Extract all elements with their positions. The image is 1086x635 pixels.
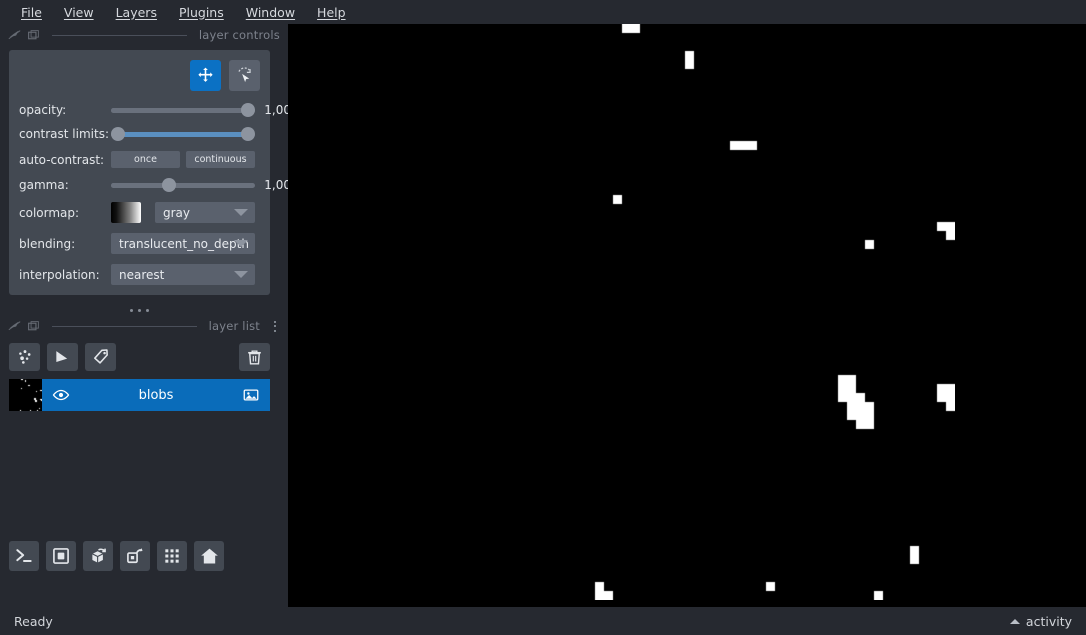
opacity-value: 1,00 bbox=[264, 103, 291, 117]
auto-contrast-label: auto-contrast: bbox=[19, 152, 105, 167]
gamma-slider[interactable] bbox=[111, 178, 256, 192]
layer-list-item[interactable]: blobs bbox=[42, 379, 270, 411]
blending-select[interactable]: translucent_no_depth bbox=[111, 233, 255, 254]
new-labels-layer-button[interactable] bbox=[85, 343, 116, 371]
blending-label: blending: bbox=[19, 236, 76, 251]
layer-controls-title: layer controls bbox=[198, 28, 280, 42]
colormap-value: gray bbox=[163, 205, 191, 220]
transpose-dimensions-button[interactable] bbox=[120, 541, 150, 571]
gamma-value: 1,00 bbox=[264, 178, 291, 192]
header-divider bbox=[52, 34, 187, 36]
visibility-icon[interactable] bbox=[52, 386, 70, 404]
chevron-down-icon bbox=[233, 240, 248, 247]
float-icon[interactable] bbox=[8, 29, 21, 42]
opacity-slider[interactable] bbox=[111, 103, 256, 117]
menu-help[interactable]: Help bbox=[306, 3, 357, 22]
napari-window: File View Layers Plugins Window Help lay… bbox=[0, 0, 1086, 635]
left-dock: layer controls opacity: 1,00 contrast li… bbox=[0, 24, 291, 607]
layer-name[interactable]: blobs bbox=[70, 388, 242, 403]
contrast-limits-label: contrast limits: bbox=[19, 127, 109, 141]
console-button[interactable] bbox=[9, 541, 39, 571]
blobs-image[interactable] bbox=[415, 24, 955, 600]
auto-contrast-control: once continuous bbox=[111, 151, 255, 168]
status-message: Ready bbox=[14, 613, 53, 629]
menu-plugins-label: Plugins bbox=[178, 4, 224, 20]
new-shapes-layer-button[interactable] bbox=[47, 343, 78, 371]
ndisplay-toggle-button[interactable] bbox=[46, 541, 76, 571]
roll-dimensions-button[interactable] bbox=[83, 541, 113, 571]
viewer-button-bar bbox=[0, 533, 288, 579]
image-layer-type-icon bbox=[242, 386, 260, 404]
layer-controls-header: layer controls bbox=[0, 24, 288, 46]
chevron-down-icon bbox=[233, 271, 248, 278]
colormap-select[interactable]: gray bbox=[155, 202, 255, 223]
menu-layers-label: Layers bbox=[115, 4, 157, 20]
viewer-canvas[interactable] bbox=[288, 24, 1086, 607]
layer-thumbnail bbox=[9, 379, 42, 411]
layer-list-title: layer list bbox=[208, 319, 260, 333]
activity-label: activity bbox=[1025, 613, 1072, 629]
chevron-up-icon bbox=[1009, 618, 1020, 624]
menu-view[interactable]: View bbox=[53, 3, 105, 22]
undock-icon[interactable] bbox=[27, 320, 40, 333]
gamma-control: 1,00 bbox=[111, 178, 291, 192]
opacity-control: 1,00 bbox=[111, 103, 291, 117]
layer-list-menu-icon[interactable] bbox=[270, 320, 280, 332]
layer-list: blobs bbox=[9, 379, 270, 411]
auto-contrast-continuous-button[interactable]: continuous bbox=[185, 151, 255, 168]
blending-control: translucent_no_depth bbox=[111, 233, 255, 254]
contrast-limits-slider[interactable] bbox=[111, 127, 255, 141]
new-points-layer-button[interactable] bbox=[9, 343, 40, 371]
pan-zoom-button[interactable] bbox=[190, 60, 221, 91]
interpolation-select[interactable]: nearest bbox=[111, 264, 255, 285]
grid-view-button[interactable] bbox=[157, 541, 187, 571]
layer-controls-panel: opacity: 1,00 contrast limits: auto-cont… bbox=[9, 50, 291, 312]
home-button[interactable] bbox=[194, 541, 224, 571]
menu-file-label: File bbox=[21, 4, 42, 20]
chevron-down-icon bbox=[233, 209, 248, 216]
menu-window-label: Window bbox=[245, 4, 296, 20]
blending-value: translucent_no_depth bbox=[119, 236, 249, 251]
status-bar: Ready activity bbox=[0, 607, 1086, 635]
panel-resize-handle[interactable] bbox=[9, 309, 270, 312]
controls-grid: opacity: 1,00 contrast limits: auto-cont… bbox=[19, 103, 291, 285]
interpolation-value: nearest bbox=[119, 267, 165, 282]
colormap-label: colormap: bbox=[19, 205, 80, 220]
activity-area[interactable]: activity bbox=[1009, 613, 1072, 629]
menu-help-label: Help bbox=[317, 4, 346, 20]
interpolation-label: interpolation: bbox=[19, 267, 100, 282]
interpolation-control: nearest bbox=[111, 264, 255, 285]
layer-list-header: layer list bbox=[0, 315, 288, 337]
auto-contrast-once-button[interactable]: once bbox=[111, 151, 180, 168]
menu-view-label: View bbox=[63, 4, 94, 20]
menu-plugins[interactable]: Plugins bbox=[168, 3, 235, 22]
mode-button-row bbox=[19, 60, 260, 91]
header-divider bbox=[52, 325, 197, 327]
menu-bar: File View Layers Plugins Window Help bbox=[0, 0, 1086, 24]
menu-file[interactable]: File bbox=[10, 3, 53, 22]
menu-layers[interactable]: Layers bbox=[105, 3, 168, 22]
colormap-swatch bbox=[111, 202, 141, 223]
delete-layer-button[interactable] bbox=[239, 343, 270, 371]
gamma-label: gamma: bbox=[19, 178, 69, 192]
transform-button[interactable] bbox=[229, 60, 260, 91]
menu-window[interactable]: Window bbox=[235, 3, 306, 22]
float-icon[interactable] bbox=[8, 320, 21, 333]
colormap-control: gray bbox=[111, 202, 255, 223]
undock-icon[interactable] bbox=[27, 29, 40, 42]
layer-list-button-row bbox=[0, 337, 288, 371]
contrast-limits-control bbox=[111, 127, 291, 141]
opacity-label: opacity: bbox=[19, 103, 67, 117]
